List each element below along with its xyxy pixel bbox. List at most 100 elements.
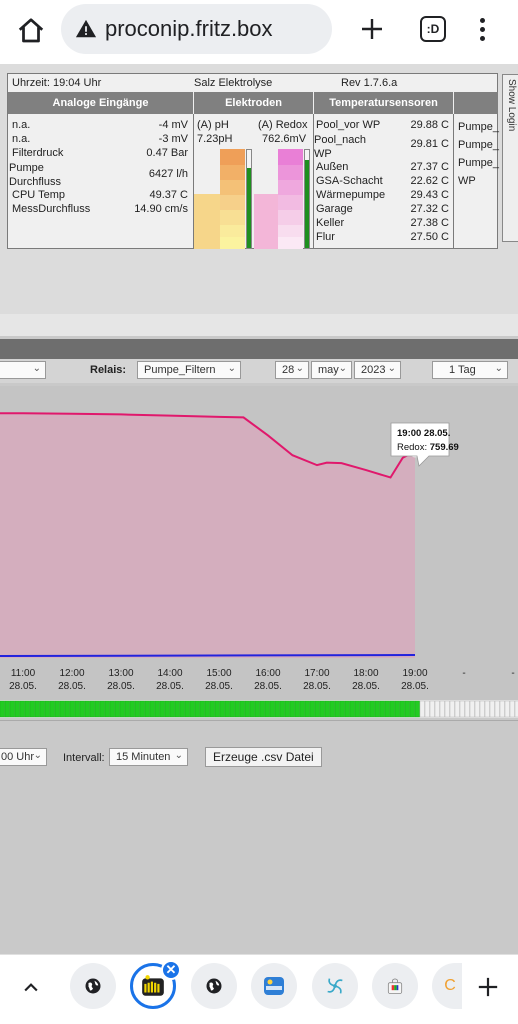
- timeline-slot: [449, 700, 455, 718]
- tab-shopping[interactable]: [372, 963, 418, 1009]
- timeline-slot: [359, 700, 365, 718]
- tab-strip: ✕ C: [0, 954, 518, 1024]
- tooltip-value: Redox: 759.69: [397, 442, 459, 453]
- timeline-slot: [489, 700, 495, 718]
- ph-gauge-segment: [220, 180, 245, 195]
- year-select[interactable]: 2023 ⌄: [354, 361, 401, 379]
- timeline-slot: [199, 700, 205, 718]
- temp-name: Wärmepumpe: [316, 189, 386, 201]
- x-tick-date: 28.05.: [352, 681, 380, 692]
- globe-icon: [85, 978, 101, 994]
- redox-area: [0, 413, 415, 658]
- redox-level-track: [304, 149, 310, 249]
- url-text: proconip.fritz.box: [105, 16, 273, 41]
- analog-name: Filterdruck: [12, 147, 64, 159]
- close-tab-icon[interactable]: ✕: [161, 960, 181, 980]
- status-panel: Uhrzeit: 19:04 Uhr Salz Elektrolyse Rev …: [0, 64, 518, 314]
- new-tab-icon[interactable]: [355, 12, 389, 46]
- timeline-slot: [474, 700, 480, 718]
- timeline-slot: [239, 700, 245, 718]
- timeline-slot: [189, 700, 195, 718]
- timeline-slot: [499, 700, 505, 718]
- add-tab-icon[interactable]: [474, 973, 502, 1001]
- x-tick-date: 28.05.: [58, 681, 86, 692]
- temp-value: 27.50 C: [410, 231, 449, 243]
- mode-display: Salz Elektrolyse: [194, 77, 273, 89]
- chart-svg: 19:00 28.05. Redox: 759.69 11:00 28.05. 12:0…: [0, 412, 515, 692]
- chart-selector-row: ⌄ Relais: Pumpe_Filtern ⌄ 28 ⌄ may ⌄ 2023 ⌄ …: [0, 359, 518, 383]
- time-display: Uhrzeit: 19:04 Uhr: [12, 77, 102, 89]
- address-bar[interactable]: proconip.fritz.box: [61, 4, 332, 54]
- timeline-slot: [44, 700, 50, 718]
- timeline-slot: [349, 700, 355, 718]
- analog-name: n.a.: [12, 119, 31, 131]
- timeline-slot: [419, 700, 425, 718]
- temp-value: 27.37 C: [410, 161, 449, 173]
- browser-toolbar: proconip.fritz.box :D: [0, 0, 518, 64]
- timeline-slot: [309, 700, 315, 718]
- timeline-slot: [504, 700, 510, 718]
- tab-active-pool[interactable]: ✕: [130, 960, 181, 1009]
- timeline-slot: [289, 700, 295, 718]
- overflow-menu-icon[interactable]: [472, 12, 492, 46]
- tab-weather[interactable]: [251, 963, 297, 1009]
- export-panel: 00 Uhr ⌄ Intervall: 15 Minuten ⌄ Erzeuge .…: [0, 720, 518, 954]
- x-tick-date: 28.05.: [205, 681, 233, 692]
- range-value: 1 Tag: [449, 364, 476, 376]
- timeline-slot: [304, 700, 310, 718]
- interval-select[interactable]: 15 Minuten ⌄: [109, 748, 188, 766]
- redox-level-fill: [305, 159, 309, 248]
- timeline-slot: [399, 700, 405, 718]
- timeline-slot: [284, 700, 290, 718]
- show-login-tab[interactable]: Show Login: [502, 74, 518, 242]
- timeline-slot: [254, 700, 260, 718]
- timeline-slot: [54, 700, 60, 718]
- show-login-label: Show Login: [506, 79, 517, 132]
- x-tick-label: -: [462, 668, 465, 679]
- timeline-slot: [194, 700, 200, 718]
- warning-icon[interactable]: [73, 16, 99, 42]
- timeline-slot: [29, 700, 35, 718]
- temp-value: 29.43 C: [410, 189, 449, 201]
- tab-partial[interactable]: C: [432, 963, 462, 1009]
- x-tick-label: 19:00: [402, 668, 427, 679]
- ph-gauge-segment: [220, 165, 245, 180]
- start-time-select[interactable]: 00 Uhr ⌄: [0, 748, 47, 766]
- tab-switcher-button[interactable]: :D: [420, 16, 446, 42]
- x-tick-label: 11:00: [11, 668, 36, 679]
- timeline-slot: [134, 700, 140, 718]
- timeline-slot: [0, 700, 5, 718]
- home-icon[interactable]: [14, 14, 48, 48]
- chevron-up-icon[interactable]: [18, 975, 44, 1001]
- timeline-slot: [454, 700, 460, 718]
- series-select[interactable]: ⌄: [0, 361, 46, 379]
- temp-name: Flur: [316, 231, 335, 243]
- redox-chart[interactable]: 19:00 28.05. Redox: 759.69 11:00 28.05. 12:0…: [0, 386, 518, 710]
- temp-value: 22.62 C: [410, 175, 449, 187]
- timeline-slot: [174, 700, 180, 718]
- range-select[interactable]: 1 Tag ⌄: [432, 361, 508, 379]
- redox-gauge-segment: [254, 194, 278, 249]
- redox-label: (A) Redox: [258, 119, 308, 131]
- timeline-slot: [404, 700, 410, 718]
- globe-icon: [206, 978, 222, 994]
- timeline-slot: [119, 700, 125, 718]
- timeline-slot: [314, 700, 320, 718]
- timeline-slot: [159, 700, 165, 718]
- timeline-slot: [59, 700, 65, 718]
- tab-globe[interactable]: [191, 963, 237, 1009]
- timeline-slot: [184, 700, 190, 718]
- relais-select[interactable]: Pumpe_Filtern ⌄: [137, 361, 241, 379]
- analog-value: 0.47 Bar: [146, 147, 188, 159]
- timeline-slot: [384, 700, 390, 718]
- tab-fan[interactable]: [312, 963, 358, 1009]
- month-select[interactable]: may ⌄: [311, 361, 352, 379]
- timeline-slot: [234, 700, 240, 718]
- tab-globe[interactable]: [70, 963, 116, 1009]
- timeline-slot: [154, 700, 160, 718]
- x-tick-date: 28.05.: [401, 681, 429, 692]
- day-select[interactable]: 28 ⌄: [275, 361, 309, 379]
- create-csv-button[interactable]: Erzeuge .csv Datei: [205, 747, 322, 767]
- temp-value: 27.32 C: [410, 203, 449, 215]
- timeline-slot: [204, 700, 210, 718]
